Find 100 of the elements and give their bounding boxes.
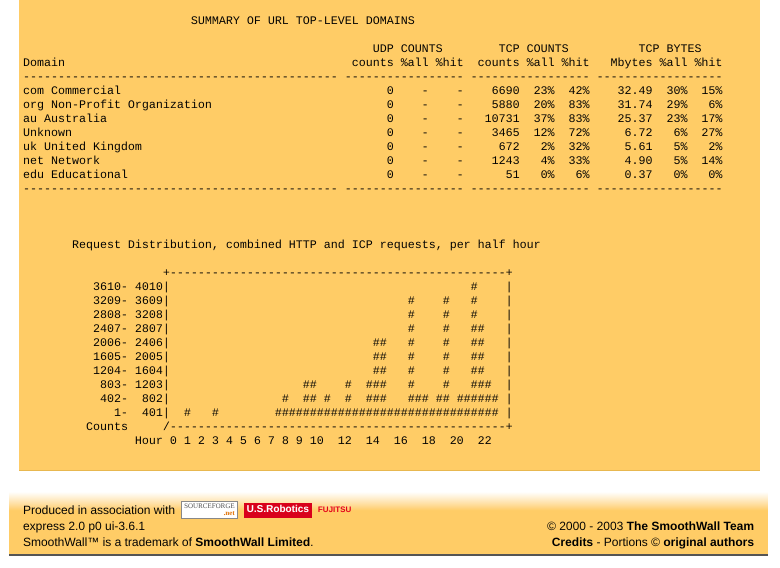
table-cell: Unknown: [23, 126, 72, 140]
table-cell: 4%: [540, 154, 555, 168]
table-cell: 0%: [540, 168, 555, 182]
column-header: %all: [659, 56, 688, 70]
table-cell: edu Educational: [23, 168, 128, 182]
table-cell: -: [456, 168, 464, 182]
histogram-line: 402- 802| # ## # # ### ### ## ###### |: [100, 392, 513, 406]
table-cell: -: [422, 168, 429, 182]
table-cell: 51: [506, 168, 520, 182]
column-header: counts: [352, 56, 394, 70]
table-cell: 0: [386, 98, 394, 112]
association-text: Produced in association with: [23, 502, 176, 518]
table-cell: com Commercial: [23, 84, 121, 98]
table-cell: 0: [386, 84, 394, 98]
table-cell: 672: [498, 140, 520, 154]
table-cell: 6%: [576, 168, 590, 182]
report-title: SUMMARY OF URL TOP-LEVEL DOMAINS: [190, 14, 415, 28]
table-cell: 2%: [708, 140, 722, 154]
histogram-line: 3209- 3609| # # # |: [92, 294, 513, 308]
table-cell: 42%: [568, 84, 590, 98]
table-cell: -: [422, 98, 429, 112]
table-cell: 37%: [534, 112, 555, 126]
histogram-line: Counts /------------------------------------------------+: [86, 420, 513, 434]
usrobotics-logo: U.S.Robotics: [244, 502, 312, 518]
table-cell: -: [422, 140, 429, 154]
table-cell: -: [456, 154, 464, 168]
table-cell: 5.61: [624, 140, 652, 154]
table-cell: 20%: [534, 98, 555, 112]
table-cell: 23%: [666, 112, 688, 126]
fujitsu-logo: FUJITSU: [318, 504, 352, 516]
table-cell: -: [422, 154, 429, 168]
column-group-header: UDP COUNTS: [372, 42, 443, 56]
version-text: express 2.0 p0 ui-3.6.1: [23, 518, 146, 534]
table-cell: 6%: [673, 126, 688, 140]
table-cell: 32.49: [618, 84, 652, 98]
table-cell: 23%: [534, 84, 555, 98]
column-header: counts: [478, 56, 520, 70]
column-group-header: TCP COUNTS: [498, 42, 569, 56]
histogram-line: 3610- 4010| # |: [92, 280, 513, 294]
table-cell: 83%: [568, 98, 590, 112]
table-cell: 31.74: [618, 98, 652, 112]
table-cell: au Australia: [23, 112, 107, 126]
table-cell: 5%: [673, 140, 688, 154]
table-cell: -: [422, 84, 429, 98]
table-cell: 10731: [484, 112, 520, 126]
table-cell: 15%: [701, 84, 722, 98]
histogram-line: 2808- 3208| # # # |: [92, 308, 513, 322]
table-cell: 29%: [666, 98, 688, 112]
table-cell: 72%: [568, 126, 590, 140]
histogram-line: 2407- 2807| # # ## |: [92, 322, 513, 336]
table-cell: 17%: [701, 112, 722, 126]
table-cell: 0: [386, 140, 394, 154]
histogram-line: Hour 0 1 2 3 4 5 6 7 8 9 10 12 14 16 18 20 22: [134, 434, 492, 448]
table-cell: -: [422, 126, 429, 140]
credits-text: Credits - Portions © original authors: [552, 534, 754, 550]
histogram-line: 1605- 2005| ## # # ## |: [92, 350, 513, 364]
table-cell: 6%: [708, 98, 722, 112]
table-cell: 0%: [673, 168, 688, 182]
table-cell: 27%: [701, 126, 722, 140]
column-header: %all: [400, 56, 429, 70]
table-cell: -: [456, 84, 464, 98]
dashed-rule: --------------------------------------------- ----------------- ----------------- ------------------: [23, 70, 722, 84]
table-cell: 1243: [492, 154, 520, 168]
trademark-text: SmoothWall™ is a trademark of SmoothWall Limited.: [23, 534, 315, 550]
table-cell: 4.90: [624, 154, 652, 168]
histogram-line: 1- 401| # # ################################ |: [114, 406, 513, 420]
table-cell: -: [456, 112, 464, 126]
table-cell: 25.37: [618, 112, 652, 126]
table-cell: 5%: [673, 154, 688, 168]
table-cell: 83%: [568, 112, 590, 126]
table-cell: 32%: [568, 140, 590, 154]
table-cell: -: [456, 140, 464, 154]
table-cell: 0.37: [624, 168, 652, 182]
table-cell: 30%: [666, 84, 688, 98]
table-cell: -: [456, 98, 464, 112]
table-cell: 2%: [540, 140, 555, 154]
table-cell: 0: [386, 154, 394, 168]
column-group-header: TCP BYTES: [638, 42, 702, 56]
table-cell: -: [456, 126, 464, 140]
column-header: %hit: [694, 56, 722, 70]
histogram-line: 1204- 1604| ## # # ## |: [92, 364, 513, 378]
dashed-rule: --------------------------------------------- ----------------- ----------------- ------------------: [23, 182, 722, 196]
table-cell: 3465: [492, 126, 520, 140]
column-header: %all: [526, 56, 555, 70]
table-cell: 5880: [492, 98, 520, 112]
histogram-line: 2006- 2406| ## # # ## |: [92, 336, 513, 350]
copyright-text: © 2000 - 2003 The SmoothWall Team: [547, 518, 754, 534]
table-cell: 0: [386, 112, 394, 126]
column-header: Domain: [23, 56, 65, 70]
table-cell: 14%: [701, 154, 722, 168]
table-cell: 6.72: [624, 126, 652, 140]
table-cell: 0: [386, 126, 394, 140]
table-cell: 12%: [534, 126, 555, 140]
column-header: %hit: [436, 56, 464, 70]
column-header: Mbytes: [610, 56, 652, 70]
table-cell: 0%: [708, 168, 722, 182]
histogram-line: Request Distribution, combined HTTP and ICP requests, per half hour: [72, 238, 541, 252]
histogram-line: +------------------------------------------------+: [162, 266, 513, 280]
table-cell: -: [422, 112, 429, 126]
table-cell: 0: [386, 168, 394, 182]
